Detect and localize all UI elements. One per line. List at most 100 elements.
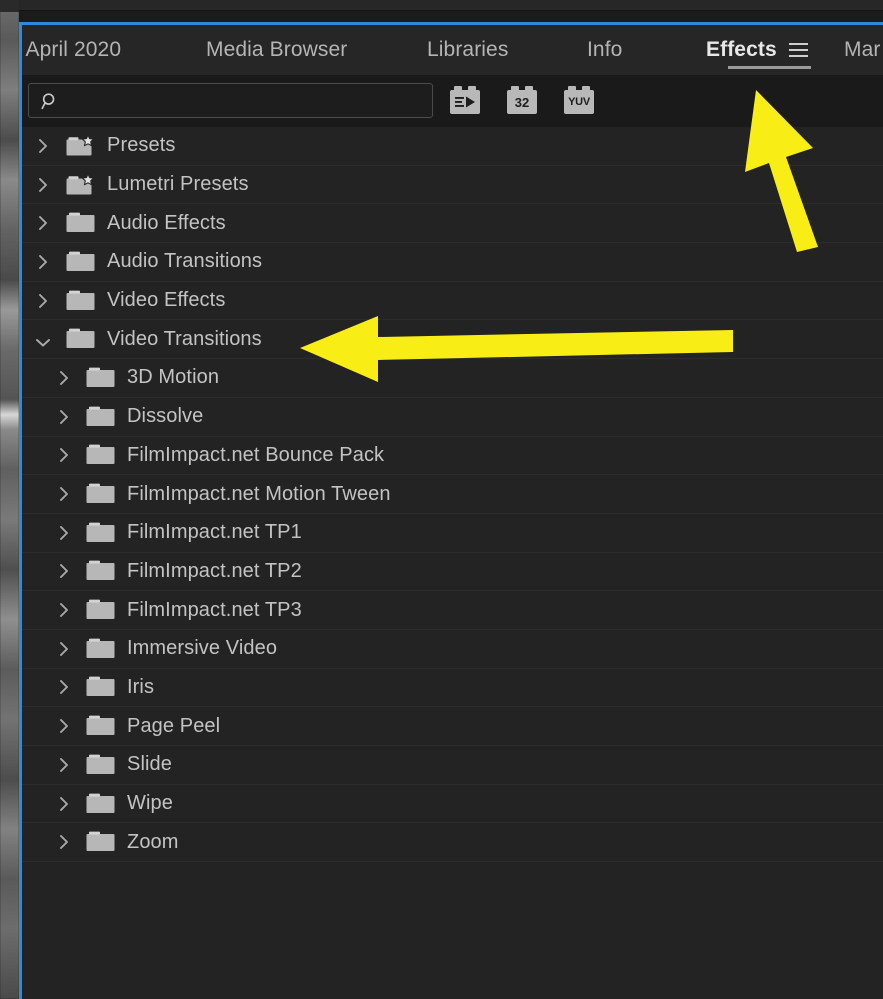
32-bit-label: 32 xyxy=(507,90,537,114)
tree-row[interactable]: Audio Transitions xyxy=(22,243,883,282)
tree-row[interactable]: Lumetri Presets xyxy=(22,166,883,205)
tree-row[interactable]: Dissolve xyxy=(22,398,883,437)
tree-row-label: Video Transitions xyxy=(107,327,262,350)
hamburger-menu-icon[interactable] xyxy=(788,43,808,57)
chevron-right-icon[interactable] xyxy=(59,486,69,502)
tree-row-label: Wipe xyxy=(127,792,173,815)
tab-media-browser[interactable]: Media Browser xyxy=(206,25,347,75)
tree-row[interactable]: Video Transitions xyxy=(22,320,883,360)
tree-row[interactable]: Slide xyxy=(22,746,883,785)
tree-row[interactable]: FilmImpact.net Motion Tween xyxy=(22,475,883,514)
tree-row-label: FilmImpact.net Bounce Pack xyxy=(127,443,385,466)
tree-row[interactable]: FilmImpact.net Bounce Pack xyxy=(22,437,883,476)
folder-icon xyxy=(86,560,115,582)
screenshot-root: i April 2020 Media Browser Libraries Inf… xyxy=(0,0,883,999)
folder-icon xyxy=(86,638,115,660)
tree-row-label: Iris xyxy=(127,675,155,698)
folder-icon xyxy=(66,212,95,234)
tree-row[interactable]: FilmImpact.net TP1 xyxy=(22,514,883,553)
folder-icon xyxy=(86,406,115,428)
desktop-wallpaper-top-edge xyxy=(0,0,19,12)
chevron-down-icon[interactable] xyxy=(35,334,51,347)
folder-icon xyxy=(86,483,115,505)
folder-icon xyxy=(86,715,115,737)
chevron-right-icon[interactable] xyxy=(59,834,69,850)
tree-row-label: Slide xyxy=(127,753,172,776)
yuv-label: YUV xyxy=(564,90,594,114)
folder-icon xyxy=(86,754,115,776)
tree-row[interactable]: Wipe xyxy=(22,785,883,824)
tree-row[interactable]: Presets xyxy=(22,127,883,166)
search-input[interactable] xyxy=(28,83,433,118)
chevron-right-icon[interactable] xyxy=(38,177,48,193)
desktop-wallpaper-strip xyxy=(0,0,19,999)
tab-april-2020[interactable]: i April 2020 xyxy=(22,25,121,75)
tree-row[interactable]: Immersive Video xyxy=(22,630,883,669)
tree-row[interactable]: FilmImpact.net TP3 xyxy=(22,591,883,630)
tab-label: i April 2020 xyxy=(22,38,122,61)
accelerated-effects-badge[interactable] xyxy=(450,86,480,114)
tree-row[interactable]: Iris xyxy=(22,669,883,708)
tab-libraries[interactable]: Libraries xyxy=(427,25,508,75)
tree-row[interactable]: Audio Effects xyxy=(22,204,883,244)
tree-row[interactable]: Video Effects xyxy=(22,282,883,321)
tree-row-label: 3D Motion xyxy=(127,366,220,389)
tab-label: Libraries xyxy=(427,38,509,61)
tree-row-label: FilmImpact.net Motion Tween xyxy=(127,482,391,505)
tree-row-label: Page Peel xyxy=(127,714,221,737)
chevron-right-icon[interactable] xyxy=(59,409,69,425)
tree-row-label: FilmImpact.net TP3 xyxy=(127,598,302,621)
tree-row-label: Audio Effects xyxy=(107,211,226,234)
accelerated-effects-icon xyxy=(455,96,475,107)
tab-effects-active-underline xyxy=(728,66,811,69)
panel-tab-bar: i April 2020 Media Browser Libraries Inf… xyxy=(22,25,883,75)
chevron-right-icon[interactable] xyxy=(59,641,69,657)
chevron-right-icon[interactable] xyxy=(59,447,69,463)
folder-icon xyxy=(66,251,95,273)
tree-row-label: Lumetri Presets xyxy=(107,173,249,196)
tab-label: Info xyxy=(587,38,623,61)
folder-icon xyxy=(66,328,95,350)
chevron-right-icon[interactable] xyxy=(38,215,48,231)
search-icon xyxy=(41,93,55,110)
tree-row-label: Zoom xyxy=(127,830,179,853)
effect-filter-badges: 32 YUV xyxy=(450,86,594,114)
folder-icon xyxy=(86,522,115,544)
tab-label: Effects xyxy=(706,38,777,61)
folder-icon xyxy=(86,444,115,466)
chevron-right-icon[interactable] xyxy=(59,370,69,386)
tree-row-label: Video Effects xyxy=(107,289,226,312)
tree-row[interactable]: FilmImpact.net TP2 xyxy=(22,553,883,592)
tab-label: Media Browser xyxy=(206,38,348,61)
effects-search-row: 32 YUV xyxy=(22,75,883,127)
folder-icon xyxy=(86,793,115,815)
chevron-right-icon[interactable] xyxy=(38,254,48,270)
tab-markers[interactable]: Mar xyxy=(844,25,880,75)
chevron-right-icon[interactable] xyxy=(59,525,69,541)
folder-preset-icon xyxy=(66,172,95,196)
chevron-right-icon[interactable] xyxy=(38,138,48,154)
tree-row[interactable]: 3D Motion xyxy=(22,359,883,398)
chevron-right-icon[interactable] xyxy=(59,718,69,734)
folder-icon xyxy=(66,290,95,312)
chevron-right-icon[interactable] xyxy=(59,679,69,695)
chevron-right-icon[interactable] xyxy=(59,796,69,812)
tree-row[interactable]: Page Peel xyxy=(22,707,883,746)
folder-icon xyxy=(86,831,115,853)
effects-tree[interactable]: Presets Lumetri Presets Audio Effects Audio… xyxy=(22,127,883,999)
app-chrome-strip xyxy=(19,0,883,11)
tree-row-label: Immersive Video xyxy=(127,637,278,660)
folder-icon xyxy=(86,676,115,698)
tab-info[interactable]: Info xyxy=(587,25,622,75)
chevron-right-icon[interactable] xyxy=(38,293,48,309)
tree-row-label: Presets xyxy=(107,134,176,157)
tree-row-label: Dissolve xyxy=(127,405,204,428)
tree-row[interactable]: Zoom xyxy=(22,823,883,863)
yuv-color-badge[interactable]: YUV xyxy=(564,86,594,114)
chevron-right-icon[interactable] xyxy=(59,563,69,579)
chevron-right-icon[interactable] xyxy=(59,602,69,618)
tree-row-label: Audio Transitions xyxy=(107,250,263,273)
32-bit-color-badge[interactable]: 32 xyxy=(507,86,537,114)
tree-row-label: FilmImpact.net TP2 xyxy=(127,559,302,582)
chevron-right-icon[interactable] xyxy=(59,757,69,773)
